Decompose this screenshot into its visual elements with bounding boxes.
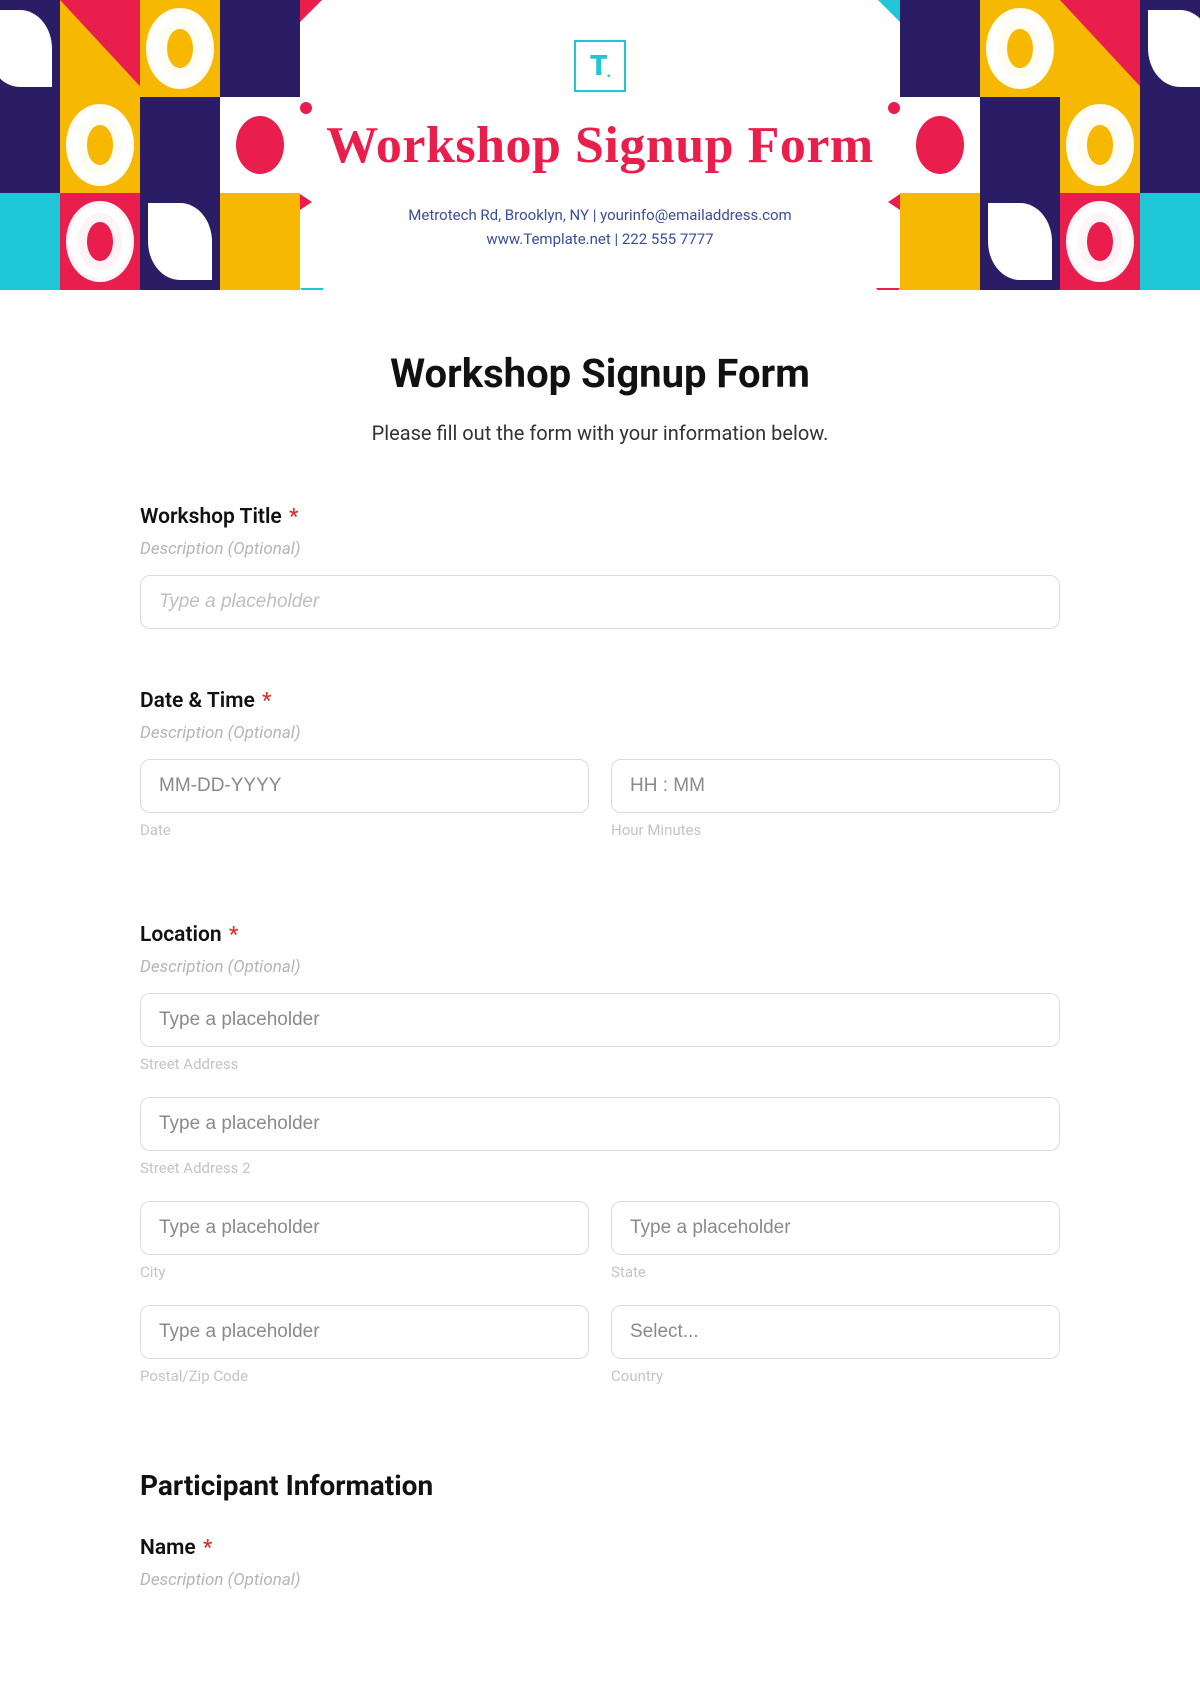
sublabel-state: State bbox=[611, 1263, 1060, 1281]
input-state[interactable] bbox=[611, 1201, 1060, 1255]
field-workshop-title: Workshop Title * Description (Optional) bbox=[140, 505, 1060, 629]
desc-datetime: Description (Optional) bbox=[140, 723, 1060, 743]
desc-location: Description (Optional) bbox=[140, 957, 1060, 977]
input-date[interactable] bbox=[140, 759, 589, 813]
input-street-address-2[interactable] bbox=[140, 1097, 1060, 1151]
select-country[interactable] bbox=[611, 1305, 1060, 1359]
hero-sub-line2: www.Template.net | 222 555 7777 bbox=[408, 227, 791, 251]
accent-arrows-right bbox=[878, 0, 900, 290]
page-title: Workshop Signup Form bbox=[140, 350, 1060, 397]
desc-name: Description (Optional) bbox=[140, 1570, 1060, 1590]
input-time[interactable] bbox=[611, 759, 1060, 813]
hero-contact-info: Metrotech Rd, Brooklyn, NY | yourinfo@em… bbox=[408, 203, 791, 251]
required-mark: * bbox=[229, 923, 238, 947]
decorative-pattern-left bbox=[0, 0, 300, 290]
hero-title: Workshop Signup Form bbox=[326, 116, 874, 175]
label-workshop-title: Workshop Title * bbox=[140, 505, 1060, 529]
hero-banner: T. Workshop Signup Form Metrotech Rd, Br… bbox=[0, 0, 1200, 290]
sublabel-postal: Postal/Zip Code bbox=[140, 1367, 589, 1385]
field-datetime: Date & Time * Description (Optional) Dat… bbox=[140, 689, 1060, 863]
sublabel-date: Date bbox=[140, 821, 589, 839]
section-participant-info: Participant Information bbox=[140, 1469, 1060, 1502]
label-name: Name * bbox=[140, 1536, 1060, 1560]
brand-logo-dot: . bbox=[607, 63, 611, 81]
brand-logo-text: T bbox=[590, 49, 607, 82]
input-postal-code[interactable] bbox=[140, 1305, 589, 1359]
label-datetime: Date & Time * bbox=[140, 689, 1060, 713]
field-name: Name * Description (Optional) bbox=[140, 1536, 1060, 1590]
form-subtitle: Please fill out the form with your infor… bbox=[140, 421, 1060, 445]
sublabel-street2: Street Address 2 bbox=[140, 1159, 1060, 1177]
decorative-pattern-right bbox=[900, 0, 1200, 290]
required-mark: * bbox=[289, 505, 298, 529]
brand-logo: T. bbox=[574, 40, 626, 92]
input-street-address[interactable] bbox=[140, 993, 1060, 1047]
sublabel-city: City bbox=[140, 1263, 589, 1281]
sublabel-street: Street Address bbox=[140, 1055, 1060, 1073]
hero-sub-line1: Metrotech Rd, Brooklyn, NY | yourinfo@em… bbox=[408, 203, 791, 227]
desc-workshop-title: Description (Optional) bbox=[140, 539, 1060, 559]
input-workshop-title[interactable] bbox=[140, 575, 1060, 629]
input-city[interactable] bbox=[140, 1201, 589, 1255]
required-mark: * bbox=[203, 1536, 212, 1560]
sublabel-country: Country bbox=[611, 1367, 1060, 1385]
form-container: Workshop Signup Form Please fill out the… bbox=[120, 350, 1080, 1646]
label-location: Location * bbox=[140, 923, 1060, 947]
field-location: Location * Description (Optional) Street… bbox=[140, 923, 1060, 1409]
accent-arrows-left bbox=[300, 0, 322, 290]
sublabel-time: Hour Minutes bbox=[611, 821, 1060, 839]
required-mark: * bbox=[262, 689, 271, 713]
